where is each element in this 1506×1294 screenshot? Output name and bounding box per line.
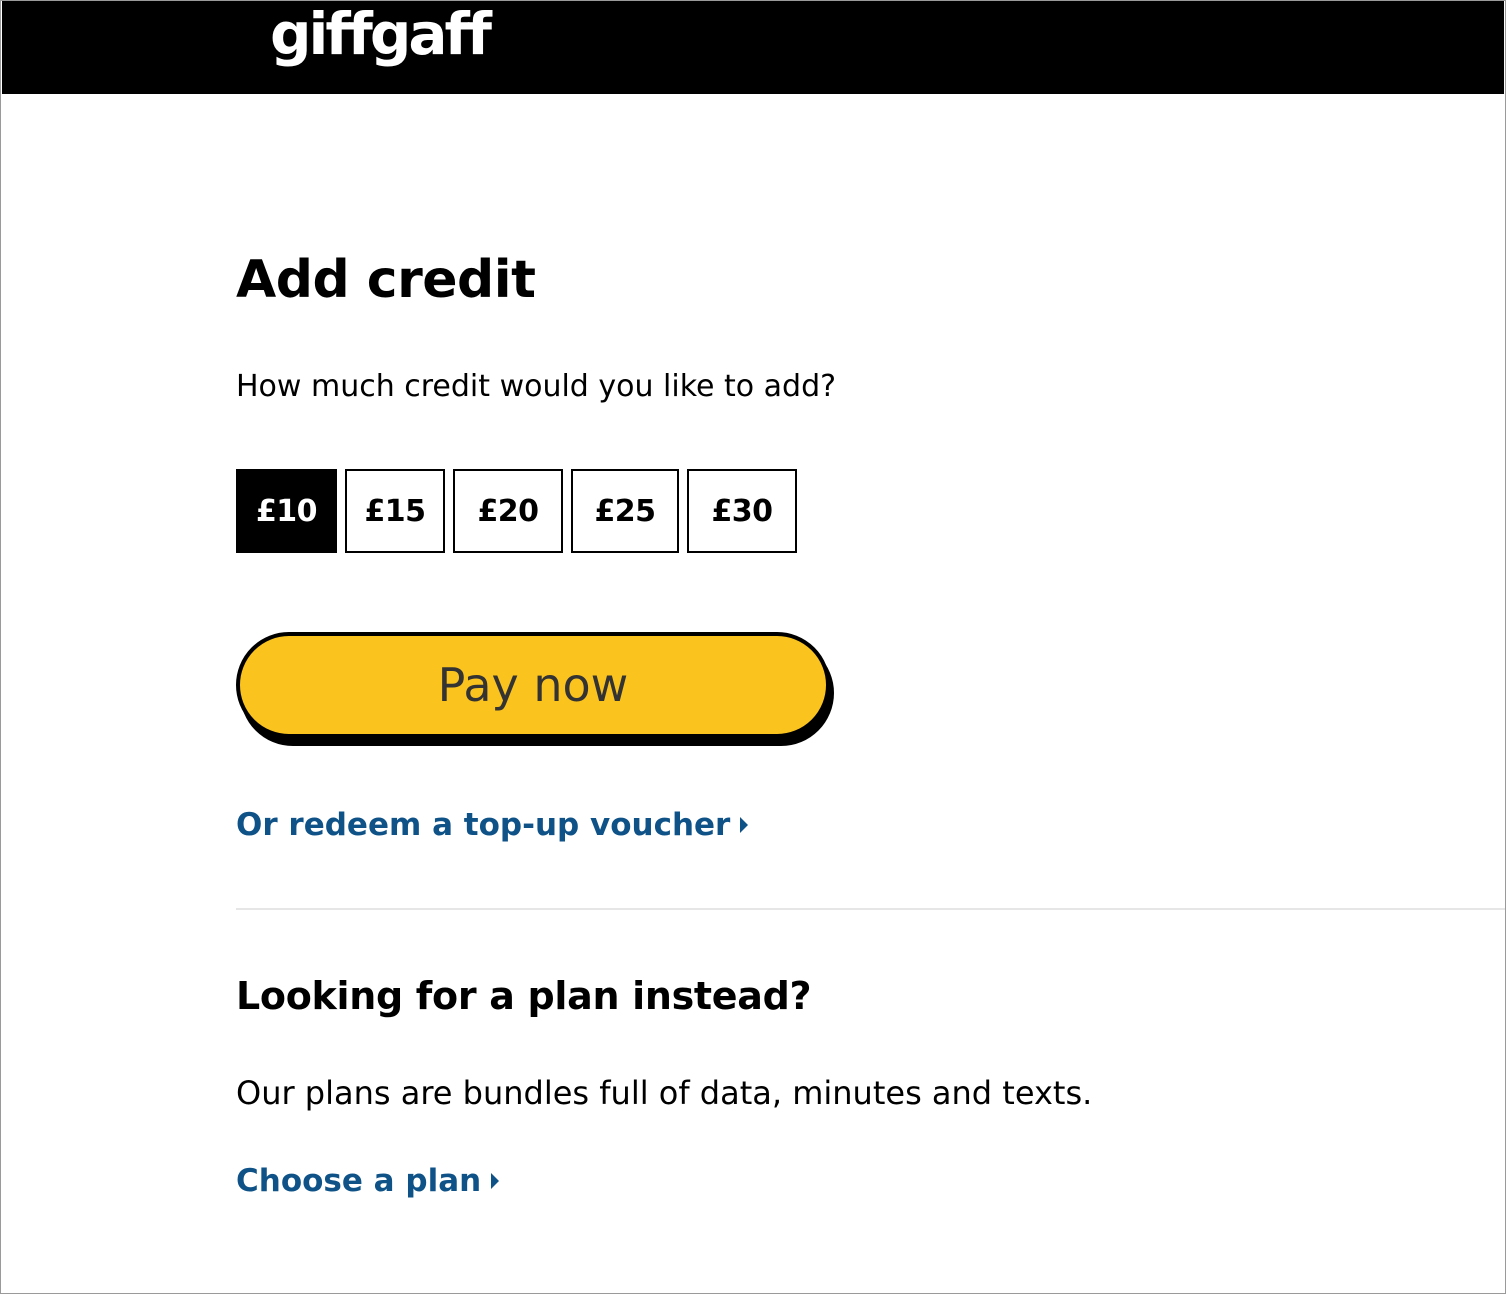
chevron-right-icon xyxy=(491,1172,500,1189)
amount-option-10[interactable]: £10 xyxy=(236,469,337,553)
chevron-right-icon xyxy=(740,816,749,833)
page-title: Add credit xyxy=(236,250,536,310)
pay-now-button[interactable]: Pay now xyxy=(236,632,830,738)
section-divider xyxy=(236,908,1506,910)
credit-question: How much credit would you like to add? xyxy=(236,369,837,404)
giffgaff-logo[interactable]: giffgaff xyxy=(270,0,492,72)
redeem-voucher-link[interactable]: Or redeem a top-up voucher xyxy=(236,805,749,845)
plans-description: Our plans are bundles full of data, minu… xyxy=(236,1074,1093,1112)
plans-title: Looking for a plan instead? xyxy=(236,974,812,1018)
choose-plan-link[interactable]: Choose a plan xyxy=(236,1161,500,1201)
choose-plan-label: Choose a plan xyxy=(236,1163,482,1199)
amount-option-30[interactable]: £30 xyxy=(687,469,797,553)
site-header: giffgaff xyxy=(2,0,1504,94)
amount-option-20[interactable]: £20 xyxy=(453,469,563,553)
amount-option-15[interactable]: £15 xyxy=(345,469,445,553)
amount-option-25[interactable]: £25 xyxy=(571,469,679,553)
redeem-voucher-label: Or redeem a top-up voucher xyxy=(236,807,731,843)
pay-now-label: Pay now xyxy=(437,658,629,712)
